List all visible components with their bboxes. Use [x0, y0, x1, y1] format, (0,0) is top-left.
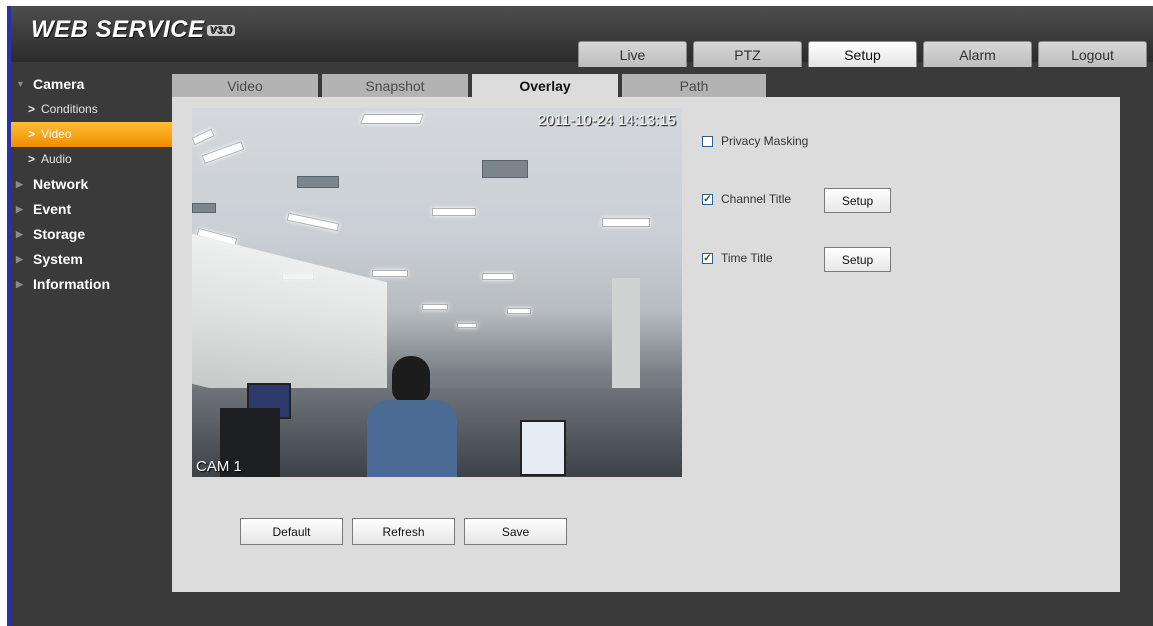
channel-title-checkbox[interactable]: ✓ — [702, 193, 713, 205]
ceiling-light — [432, 208, 476, 216]
person-body — [367, 400, 457, 477]
default-button-label: Default — [272, 524, 311, 539]
sidebar-item-storage[interactable]: ▶ Storage — [11, 222, 171, 247]
ceiling-light — [507, 308, 531, 314]
person-head — [392, 356, 430, 402]
sidebar-item-network[interactable]: ▶ Network — [11, 172, 171, 197]
time-title-label: Time Title — [721, 251, 773, 265]
triangle-right-icon: ▶ — [16, 204, 23, 214]
tab-setup[interactable]: Setup — [808, 41, 917, 67]
triangle-right-icon: ▶ — [16, 254, 23, 264]
video-timestamp: 2011-10-24 14:13:15 — [537, 112, 676, 129]
sidebar-item-information[interactable]: ▶ Information — [11, 272, 171, 297]
sidebar-item-video[interactable]: > Video — [11, 122, 172, 147]
tab-alarm[interactable]: Alarm — [923, 41, 1032, 67]
subtab-snapshot[interactable]: Snapshot — [322, 74, 468, 97]
logo-version: V3.0 — [206, 25, 236, 37]
channel-title-setup-button[interactable]: Setup — [824, 188, 891, 213]
ceiling-light — [192, 128, 215, 146]
save-button[interactable]: Save — [464, 518, 567, 545]
save-button-label: Save — [501, 524, 530, 539]
option-time-title: ✓ Time Title — [702, 251, 773, 265]
ceiling-light — [286, 212, 340, 232]
subtab-path[interactable]: Path — [622, 74, 766, 97]
privacy-masking-label: Privacy Masking — [721, 134, 809, 148]
sidebar-item-storage-label: Storage — [33, 226, 86, 242]
ceiling-light — [372, 270, 408, 277]
option-privacy-masking: Privacy Masking — [702, 134, 808, 148]
sidebar-item-system-label: System — [33, 251, 83, 267]
privacy-masking-checkbox[interactable] — [702, 135, 713, 147]
sidebar-item-video-label: Video — [41, 127, 72, 141]
time-title-checkbox[interactable]: ✓ — [702, 252, 713, 264]
ceiling-vent — [297, 176, 339, 188]
logo-text: WEB SERVICE — [31, 16, 205, 43]
subtab-video[interactable]: Video — [172, 74, 318, 97]
ceiling-light — [422, 304, 448, 310]
sidebar: ▼ Camera > Conditions > Video > Audio ▶ … — [11, 72, 172, 297]
app-logo: WEB SERVICE V3.0 — [31, 16, 236, 44]
subtab-video-label: Video — [227, 77, 263, 94]
subtab-overlay[interactable]: Overlay — [472, 74, 618, 97]
ceiling-light — [482, 273, 514, 280]
sidebar-item-camera-label: Camera — [33, 76, 85, 92]
tab-live[interactable]: Live — [578, 41, 687, 67]
sidebar-item-information-label: Information — [33, 276, 110, 292]
ceiling-vent — [192, 203, 216, 213]
channel-title-setup-label: Setup — [841, 193, 874, 208]
overlay-panel: 2011-10-24 14:13:15 CAM 1 Privacy Maskin… — [172, 97, 1120, 592]
tab-ptz[interactable]: PTZ — [693, 41, 802, 67]
sidebar-item-event-label: Event — [33, 201, 72, 217]
default-button[interactable]: Default — [240, 518, 343, 545]
subtab-path-label: Path — [679, 77, 709, 94]
sidebar-item-conditions[interactable]: > Conditions — [11, 97, 171, 122]
option-channel-title: ✓ Channel Title — [702, 192, 791, 206]
ceiling-light — [457, 323, 477, 328]
triangle-right-icon: ▶ — [16, 229, 23, 239]
ceiling-vent — [482, 160, 528, 178]
subtab-snapshot-label: Snapshot — [365, 77, 425, 94]
ceiling-light — [360, 114, 424, 124]
refresh-button[interactable]: Refresh — [352, 518, 455, 545]
sidebar-item-conditions-label: Conditions — [41, 102, 98, 116]
chevron-right-icon: > — [28, 127, 36, 141]
video-channel-title: CAM 1 — [196, 458, 242, 475]
triangle-down-icon: ▼ — [16, 79, 25, 89]
sidebar-item-network-label: Network — [33, 176, 89, 192]
sidebar-item-system[interactable]: ▶ System — [11, 247, 171, 272]
chevron-right-icon: > — [28, 102, 36, 116]
triangle-right-icon: ▶ — [16, 179, 23, 189]
chevron-right-icon: > — [28, 152, 36, 166]
subtab-overlay-label: Overlay — [519, 77, 571, 94]
tab-logout-label: Logout — [1071, 46, 1114, 63]
channel-title-label: Channel Title — [721, 192, 792, 206]
refresh-button-label: Refresh — [382, 524, 425, 539]
ceiling-light — [201, 141, 245, 164]
time-title-setup-button[interactable]: Setup — [824, 247, 891, 272]
time-title-setup-label: Setup — [841, 252, 874, 267]
sidebar-item-audio[interactable]: > Audio — [11, 147, 171, 172]
sidebar-item-event[interactable]: ▶ Event — [11, 197, 171, 222]
ceiling-light — [602, 218, 650, 227]
tab-setup-label: Setup — [844, 46, 881, 63]
sidebar-item-camera[interactable]: ▼ Camera — [11, 72, 171, 97]
monitor — [520, 420, 566, 476]
tab-logout[interactable]: Logout — [1038, 41, 1147, 67]
tab-live-label: Live — [619, 46, 646, 63]
video-preview[interactable]: 2011-10-24 14:13:15 CAM 1 — [192, 108, 682, 477]
tab-ptz-label: PTZ — [734, 46, 761, 63]
sidebar-item-audio-label: Audio — [41, 152, 72, 166]
header-bar: WEB SERVICE V3.0 Live PTZ Setup Alarm Log… — [11, 6, 1153, 67]
triangle-right-icon: ▶ — [16, 279, 23, 289]
tab-alarm-label: Alarm — [959, 46, 996, 63]
